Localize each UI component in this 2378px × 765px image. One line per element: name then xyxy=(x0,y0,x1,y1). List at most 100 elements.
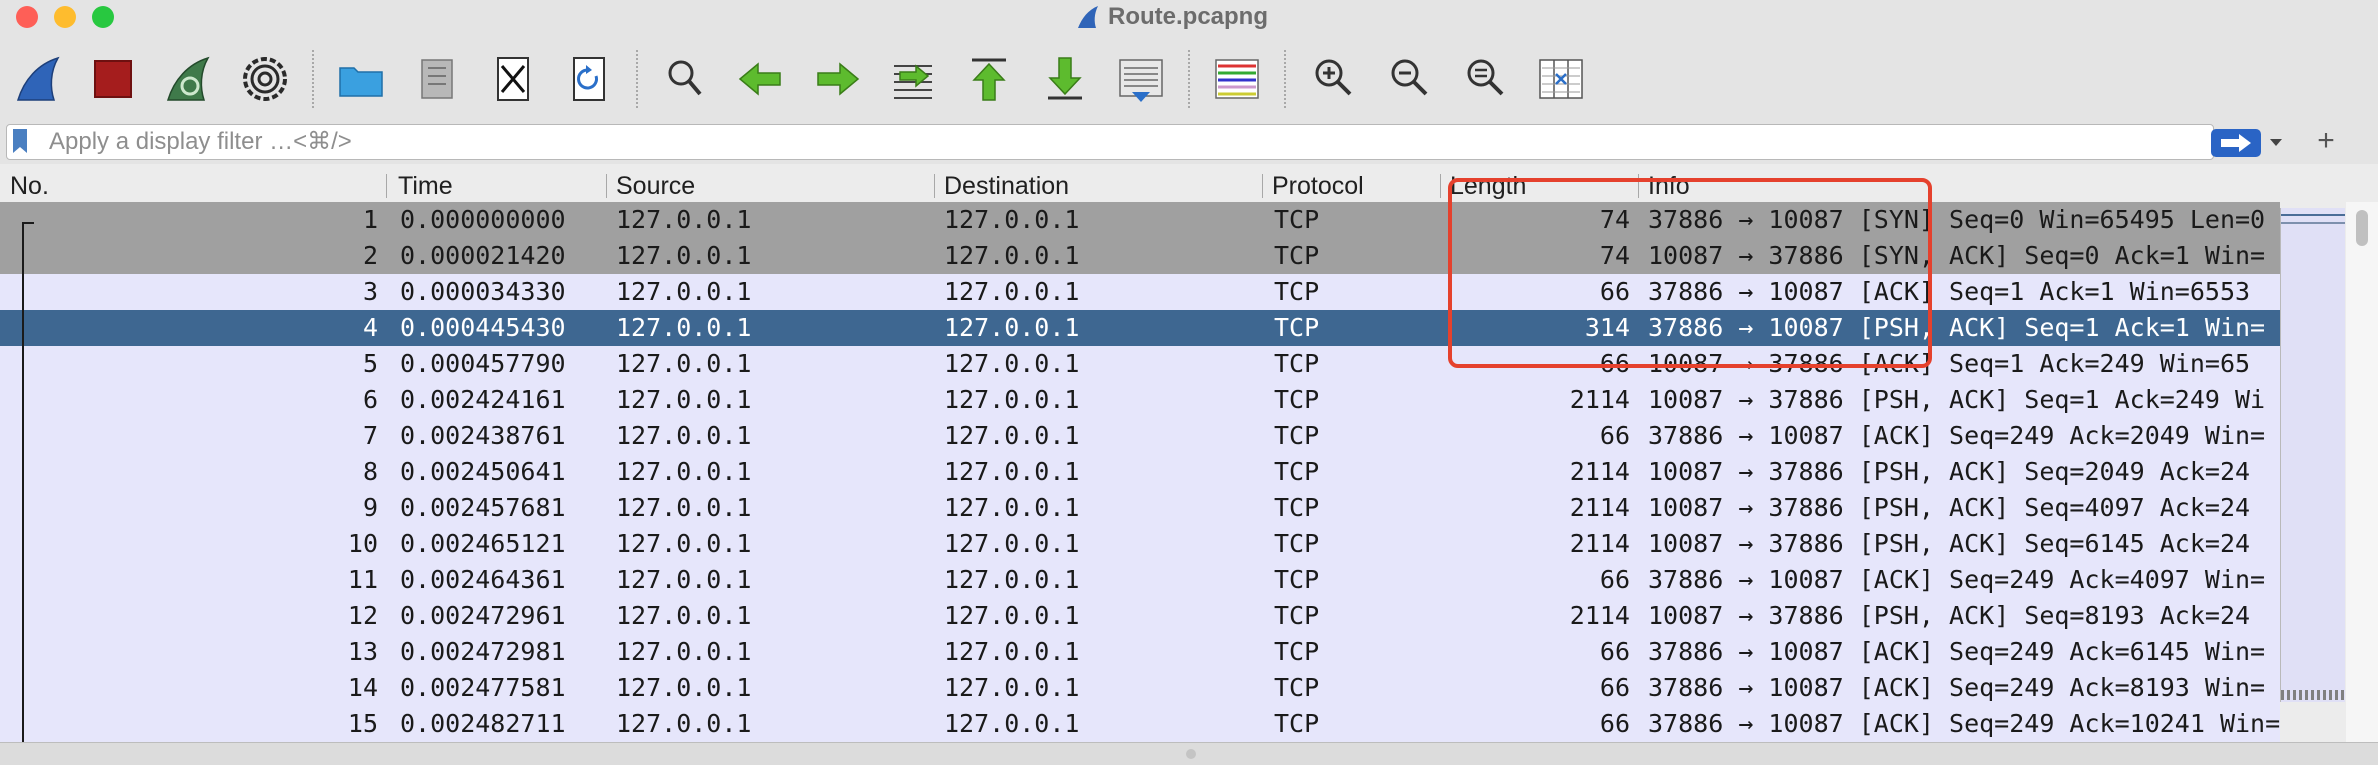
packet-destination-cell: 127.0.0.1 xyxy=(944,421,1080,450)
packet-destination-cell: 127.0.0.1 xyxy=(944,601,1080,630)
minimize-button[interactable] xyxy=(54,6,76,28)
column-header-length[interactable]: Length xyxy=(1442,170,1638,202)
add-filter-button[interactable]: + xyxy=(2312,124,2340,158)
shark-fin-start-icon[interactable] xyxy=(14,54,64,104)
packet-minimap[interactable] xyxy=(2280,208,2345,702)
packet-row[interactable]: 1 0.000000000 127.0.0.1 127.0.0.1 TCP 74 37886… xyxy=(0,202,2280,238)
packet-list[interactable]: 1 0.000000000 127.0.0.1 127.0.0.1 TCP 74 37886… xyxy=(0,202,2280,742)
filter-bookmark-icon[interactable] xyxy=(13,129,27,153)
column-header-time[interactable]: Time xyxy=(390,170,608,202)
go-back-arrow-icon[interactable] xyxy=(736,54,786,104)
packet-protocol-cell: TCP xyxy=(1274,349,1320,378)
column-header-destination[interactable]: Destination xyxy=(936,170,1262,202)
packet-row[interactable]: 13 0.002472981 127.0.0.1 127.0.0.1 TCP 66 3788… xyxy=(0,634,2280,670)
packet-source-cell: 127.0.0.1 xyxy=(616,457,752,486)
filter-dropdown-chevron-icon[interactable] xyxy=(2267,133,2285,151)
column-divider[interactable] xyxy=(934,174,935,198)
main-toolbar xyxy=(0,34,2378,124)
packet-row[interactable]: 6 0.002424161 127.0.0.1 127.0.0.1 TCP 2114 100… xyxy=(0,382,2280,418)
first-packet-icon[interactable] xyxy=(964,54,1014,104)
file-archive-icon[interactable] xyxy=(412,54,462,104)
column-divider[interactable] xyxy=(1262,174,1263,198)
column-divider[interactable] xyxy=(1440,174,1441,198)
zoom-out-icon[interactable] xyxy=(1384,54,1434,104)
column-divider[interactable] xyxy=(606,174,607,198)
vertical-scrollbar[interactable] xyxy=(2346,202,2378,742)
restart-capture-icon[interactable] xyxy=(164,54,214,104)
packet-length-cell: 2114 xyxy=(1569,385,1630,414)
packet-row[interactable]: 5 0.000457790 127.0.0.1 127.0.0.1 TCP 66 10087… xyxy=(0,346,2280,382)
packet-protocol-cell: TCP xyxy=(1274,241,1320,270)
column-divider[interactable] xyxy=(386,174,387,198)
apply-filter-button[interactable] xyxy=(2211,129,2261,157)
packet-row[interactable]: 15 0.002482711 127.0.0.1 127.0.0.1 TCP 66 3788… xyxy=(0,706,2280,742)
packet-no-cell: 14 xyxy=(347,673,378,702)
packet-protocol-cell: TCP xyxy=(1274,205,1320,234)
packet-time-cell: 0.000445430 xyxy=(400,313,566,342)
packet-row[interactable]: 3 0.000034330 127.0.0.1 127.0.0.1 TCP 66 37886… xyxy=(0,274,2280,310)
packet-time-cell: 0.002472981 xyxy=(400,637,566,666)
packet-row[interactable]: 11 0.002464361 127.0.0.1 127.0.0.1 TCP 66 3788… xyxy=(0,562,2280,598)
packet-protocol-cell: TCP xyxy=(1274,673,1320,702)
packet-row[interactable]: 9 0.002457681 127.0.0.1 127.0.0.1 TCP 2114 100… xyxy=(0,490,2280,526)
packet-length-cell: 66 xyxy=(1599,709,1630,738)
packet-protocol-cell: TCP xyxy=(1274,565,1320,594)
stop-capture-icon[interactable] xyxy=(88,54,138,104)
packet-list-header: No. Time Source Destination Protocol Len… xyxy=(0,170,2338,202)
packet-protocol-cell: TCP xyxy=(1274,709,1320,738)
capture-options-gear-icon[interactable] xyxy=(240,54,290,104)
packet-protocol-cell: TCP xyxy=(1274,277,1320,306)
packet-time-cell: 0.000034330 xyxy=(400,277,566,306)
find-packet-icon[interactable] xyxy=(660,54,710,104)
packet-no-cell: 9 xyxy=(362,493,378,522)
packet-source-cell: 127.0.0.1 xyxy=(616,493,752,522)
normal-size-icon[interactable] xyxy=(1460,54,1510,104)
column-divider[interactable] xyxy=(1638,174,1639,198)
packet-row[interactable]: 14 0.002477581 127.0.0.1 127.0.0.1 TCP 66 3788… xyxy=(0,670,2280,706)
packet-info-cell: 10087 → 37886 [PSH, ACK] Seq=6145 Ack=24 xyxy=(1648,529,2251,558)
column-header-no[interactable]: No. xyxy=(2,170,382,202)
resize-columns-icon[interactable] xyxy=(1536,54,1586,104)
autoscroll-icon[interactable] xyxy=(1116,54,1166,104)
window-title: Route.pcapng xyxy=(1076,0,1268,34)
last-packet-icon[interactable] xyxy=(1040,54,1090,104)
packet-length-cell: 74 xyxy=(1599,205,1630,234)
column-header-source[interactable]: Source xyxy=(608,170,934,202)
splitter-handle[interactable] xyxy=(1186,749,1196,759)
close-file-icon[interactable] xyxy=(488,54,538,104)
go-forward-arrow-icon[interactable] xyxy=(812,54,862,104)
pane-splitter[interactable] xyxy=(0,742,2378,765)
packet-source-cell: 127.0.0.1 xyxy=(616,565,752,594)
packet-row[interactable]: 4 0.000445430 127.0.0.1 127.0.0.1 TCP 314 3788… xyxy=(0,310,2280,346)
packet-info-cell: 10087 → 37886 [PSH, ACK] Seq=8193 Ack=24 xyxy=(1648,601,2251,630)
packet-row[interactable]: 8 0.002450641 127.0.0.1 127.0.0.1 TCP 2114 100… xyxy=(0,454,2280,490)
display-filter-input[interactable] xyxy=(47,127,2151,157)
packet-destination-cell: 127.0.0.1 xyxy=(944,241,1080,270)
column-header-info[interactable]: Info xyxy=(1640,170,2330,202)
packet-length-cell: 66 xyxy=(1599,673,1630,702)
packet-row[interactable]: 10 0.002465121 127.0.0.1 127.0.0.1 TCP 2114 10… xyxy=(0,526,2280,562)
packet-protocol-cell: TCP xyxy=(1274,637,1320,666)
packet-row[interactable]: 12 0.002472961 127.0.0.1 127.0.0.1 TCP 2114 10… xyxy=(0,598,2280,634)
packet-time-cell: 0.002424161 xyxy=(400,385,566,414)
zoom-in-icon[interactable] xyxy=(1308,54,1358,104)
packet-info-cell: 37886 → 10087 [SYN] Seq=0 Win=65495 Len=… xyxy=(1648,205,2266,234)
scrollbar-thumb[interactable] xyxy=(2356,210,2368,246)
packet-no-cell: 15 xyxy=(347,709,378,738)
packet-row[interactable]: 7 0.002438761 127.0.0.1 127.0.0.1 TCP 66 37886… xyxy=(0,418,2280,454)
zoom-button[interactable] xyxy=(92,6,114,28)
packet-info-cell: 10087 → 37886 [PSH, ACK] Seq=2049 Ack=24 xyxy=(1648,457,2251,486)
packet-length-cell: 66 xyxy=(1599,421,1630,450)
packet-row[interactable]: 2 0.000021420 127.0.0.1 127.0.0.1 TCP 74 10087… xyxy=(0,238,2280,274)
packet-length-cell: 314 xyxy=(1584,313,1630,342)
reload-file-icon[interactable] xyxy=(564,54,614,104)
colorize-icon[interactable] xyxy=(1212,54,1262,104)
packet-source-cell: 127.0.0.1 xyxy=(616,709,752,738)
column-header-protocol[interactable]: Protocol xyxy=(1264,170,1440,202)
open-folder-icon[interactable] xyxy=(336,54,386,104)
go-to-packet-icon[interactable] xyxy=(888,54,938,104)
packet-time-cell: 0.000021420 xyxy=(400,241,566,270)
conversation-bracket-start xyxy=(22,222,34,224)
packet-length-cell: 66 xyxy=(1599,565,1630,594)
close-button[interactable] xyxy=(16,6,38,28)
